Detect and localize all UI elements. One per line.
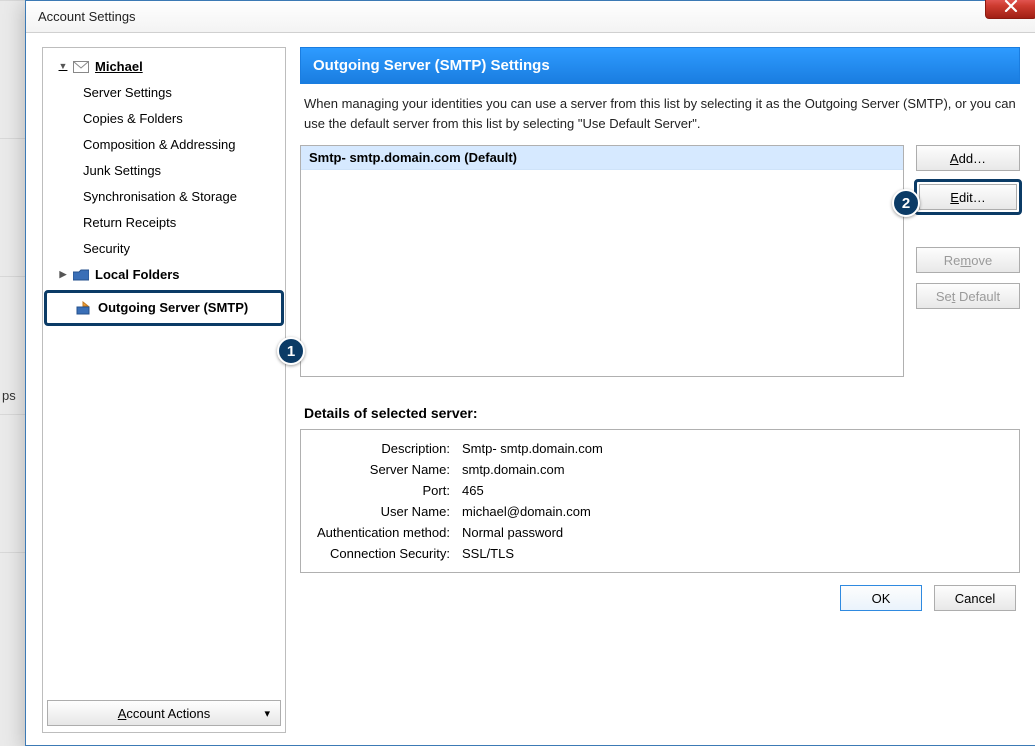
tree-label: Synchronisation & Storage <box>83 188 237 206</box>
detail-value-port: 465 <box>456 480 609 501</box>
callout-badge-1: 1 <box>277 337 305 365</box>
tree-item-server-settings[interactable]: Server Settings <box>47 80 281 106</box>
envelope-icon <box>73 60 89 74</box>
details-heading: Details of selected server: <box>304 405 1020 421</box>
detail-value-server-name: smtp.domain.com <box>456 459 609 480</box>
close-button[interactable] <box>985 0 1035 19</box>
server-details: Description:Smtp- smtp.domain.com Server… <box>300 429 1020 573</box>
main-panel: Outgoing Server (SMTP) Settings When man… <box>300 47 1020 733</box>
tree-local-folders[interactable]: Local Folders <box>47 262 281 288</box>
button-label: Remove <box>944 253 992 268</box>
badge-number: 1 <box>287 343 295 360</box>
close-icon <box>1004 0 1018 15</box>
tree-item-security[interactable]: Security <box>47 236 281 262</box>
detail-value-user-name: michael@domain.com <box>456 501 609 522</box>
cancel-button[interactable]: Cancel <box>934 585 1016 611</box>
tree-label: Michael <box>95 58 143 76</box>
button-label: OK <box>872 591 891 606</box>
detail-value-description: Smtp- smtp.domain.com <box>456 438 609 459</box>
folder-icon <box>73 268 89 282</box>
account-tree: Michael Server Settings Copies & Folders… <box>42 47 286 733</box>
tree-label: Outgoing Server (SMTP) <box>98 299 248 317</box>
detail-label-auth-method: Authentication method: <box>311 522 456 543</box>
set-default-button[interactable]: Set Default <box>916 283 1020 309</box>
tree-label: Copies & Folders <box>83 110 183 128</box>
smtp-server-list[interactable]: Smtp- smtp.domain.com (Default) <box>300 145 904 377</box>
tree-account-michael[interactable]: Michael <box>47 54 281 80</box>
account-settings-dialog: Account Settings Michael <box>25 0 1035 746</box>
button-label: Add… <box>950 151 986 166</box>
background-text: ps <box>2 388 16 403</box>
tree-label: Local Folders <box>95 266 180 284</box>
chevron-down-icon: ▾ <box>264 707 270 720</box>
edit-button[interactable]: Edit… <box>919 184 1017 210</box>
account-actions-button[interactable]: Account Actions ▾ <box>47 700 281 726</box>
tree-label: Return Receipts <box>83 214 176 232</box>
tree-item-copies-folders[interactable]: Copies & Folders <box>47 106 281 132</box>
detail-value-conn-security: SSL/TLS <box>456 543 609 564</box>
button-label: Set Default <box>936 289 1000 304</box>
tree-item-sync-storage[interactable]: Synchronisation & Storage <box>47 184 281 210</box>
detail-label-port: Port: <box>311 480 456 501</box>
tree-label: Server Settings <box>83 84 172 102</box>
badge-number: 2 <box>902 195 910 212</box>
button-label: Cancel <box>955 591 995 606</box>
titlebar: Account Settings <box>26 1 1035 33</box>
remove-button[interactable]: Remove <box>916 247 1020 273</box>
button-label: Account Actions <box>118 706 211 721</box>
callout-badge-2: 2 <box>892 189 920 217</box>
tree-item-composition-addressing[interactable]: Composition & Addressing <box>47 132 281 158</box>
smtp-server-list-item[interactable]: Smtp- smtp.domain.com (Default) <box>301 146 903 170</box>
tree-label: Composition & Addressing <box>83 136 235 154</box>
detail-label-server-name: Server Name: <box>311 459 456 480</box>
tree-label: Junk Settings <box>83 162 161 180</box>
panel-description: When managing your identities you can us… <box>300 84 1020 145</box>
detail-value-auth-method: Normal password <box>456 522 609 543</box>
detail-label-description: Description: <box>311 438 456 459</box>
button-label: Edit… <box>950 190 985 205</box>
detail-label-user-name: User Name: <box>311 501 456 522</box>
panel-title: Outgoing Server (SMTP) Settings <box>300 47 1020 84</box>
tree-label: Security <box>83 240 130 258</box>
tree-item-return-receipts[interactable]: Return Receipts <box>47 210 281 236</box>
window-title: Account Settings <box>38 9 136 24</box>
outgoing-server-icon <box>76 301 92 315</box>
chevron-right-icon <box>57 265 69 283</box>
tree-item-junk-settings[interactable]: Junk Settings <box>47 158 281 184</box>
ok-button[interactable]: OK <box>840 585 922 611</box>
tree-outgoing-server-smtp[interactable]: Outgoing Server (SMTP) <box>50 295 278 321</box>
chevron-down-icon <box>57 57 69 75</box>
detail-label-conn-security: Connection Security: <box>311 543 456 564</box>
add-button[interactable]: Add… <box>916 145 1020 171</box>
